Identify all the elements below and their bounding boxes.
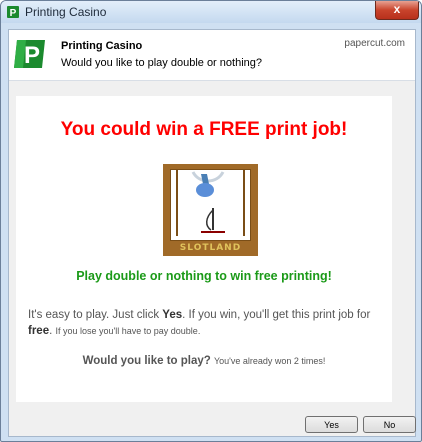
yes-button[interactable]: Yes — [305, 416, 358, 433]
slot-reel — [170, 169, 251, 241]
dialog-window: P Printing Casino x P Printing Casino Wo… — [0, 0, 422, 442]
no-button[interactable]: No — [363, 416, 416, 433]
instructions-paragraph: It's easy to play. Just click Yes. If yo… — [28, 307, 383, 339]
header-title: Printing Casino — [61, 40, 143, 52]
button-bar: Yes No — [9, 406, 416, 436]
instructions-text-1: It's easy to play. Just click — [28, 309, 163, 321]
promo-subheadline: Play double or nothing to win free print… — [76, 269, 332, 283]
close-button[interactable]: x — [375, 1, 419, 20]
svg-text:P: P — [24, 42, 40, 69]
play-question: Would you like to play? You've already w… — [16, 355, 392, 367]
win-count-note: You've already won 2 times! — [213, 356, 326, 366]
papercut-logo-icon: P — [14, 40, 45, 69]
brand-link: papercut.com — [344, 38, 405, 49]
dialog-client: P Printing Casino Would you like to play… — [8, 29, 416, 437]
instructions-small-note: If you lose you'll have to pay double. — [55, 326, 201, 336]
slot-machine-image: SLOTLAND — [163, 164, 258, 256]
title-bar[interactable]: P Printing Casino x — [1, 1, 421, 23]
dialog-header: P Printing Casino Would you like to play… — [9, 30, 415, 80]
slot-machine-reel-icon — [176, 170, 245, 236]
svg-text:P: P — [10, 8, 17, 19]
instructions-text-2: . If you win, you'll get this print job … — [182, 309, 371, 321]
play-question-text: Would you like to play? — [82, 355, 211, 367]
papercut-app-icon: P — [7, 6, 19, 19]
content-area: You could win a FREE print job! SLOTLAND… — [9, 81, 415, 406]
window-title: Printing Casino — [25, 5, 107, 19]
header-subtitle: Would you like to play double or nothing… — [61, 57, 262, 69]
promo-headline: You could win a FREE print job! — [60, 119, 348, 140]
instructions-yes-bold: Yes — [162, 309, 183, 321]
instructions-free-bold: free — [28, 325, 50, 337]
promo-panel: You could win a FREE print job! SLOTLAND… — [16, 96, 392, 402]
slot-logo-text: SLOTLAND — [179, 243, 242, 253]
